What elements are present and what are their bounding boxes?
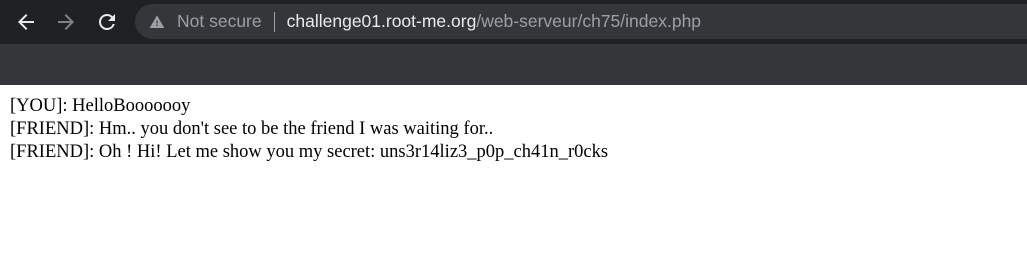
chat-line-you: [YOU]: HelloBooooooy [10, 96, 191, 116]
bookmarks-bar [0, 44, 1027, 85]
url-path[interactable]: /web-serveur/ch75/index.php [476, 11, 701, 32]
browser-toolbar: Not secure challenge01.root-me.org/web-s… [0, 0, 1027, 44]
forward-button[interactable] [50, 6, 82, 38]
reload-icon [99, 13, 115, 30]
page-content: [YOU]: HelloBooooooy [FRIEND]: Hm.. you … [0, 85, 1027, 174]
url-host[interactable]: challenge01.root-me.org [287, 11, 477, 32]
reload-button[interactable] [91, 6, 123, 38]
chat-line-friend-1: [FRIEND]: Hm.. you don't see to be the f… [10, 119, 494, 139]
security-status-label[interactable]: Not secure [177, 11, 262, 32]
back-button[interactable] [10, 6, 42, 38]
omnibox-divider [273, 11, 275, 32]
arrow-left-icon [18, 14, 34, 30]
warning-triangle-icon[interactable] [149, 13, 167, 31]
chat-line-friend-2: [FRIEND]: Oh ! Hi! Let me show you my se… [10, 142, 609, 162]
address-bar[interactable]: Not secure challenge01.root-me.org/web-s… [135, 4, 1027, 39]
arrow-right-icon [58, 14, 74, 30]
